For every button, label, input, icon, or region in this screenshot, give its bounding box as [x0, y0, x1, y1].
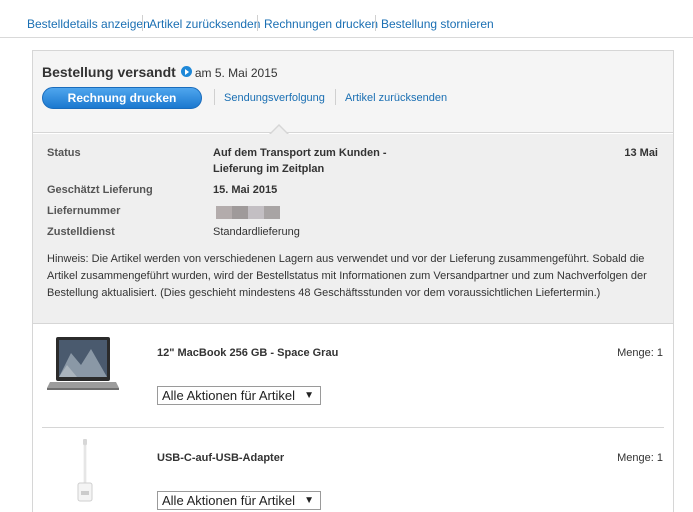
- item-quantity: Menge: 1: [617, 452, 663, 464]
- tracking-number-label: Liefernummer: [47, 205, 121, 217]
- nav-separator: [257, 15, 258, 31]
- item-actions-select[interactable]: Alle Aktionen für Artikel ▼: [157, 491, 321, 510]
- item-actions-value: Alle Aktionen für Artikel: [162, 388, 295, 403]
- dropdown-arrow-icon: ▼: [304, 390, 314, 401]
- tracking-link[interactable]: Sendungsverfolgung: [224, 92, 325, 104]
- carrier-value: Standardlieferung: [213, 226, 300, 238]
- item-divider: [42, 427, 664, 428]
- status-date: 13 Mai: [624, 147, 658, 159]
- delivery-estimate-label: Geschätzt Lieferung: [47, 184, 153, 196]
- return-items-link[interactable]: Artikel zurücksenden: [149, 17, 260, 31]
- order-card: Bestellung versandt am 5. Mai 2015 Rechnu…: [32, 50, 674, 512]
- cancel-order-link[interactable]: Bestellung stornieren: [381, 17, 494, 31]
- shipping-hint: Hinweis: Die Artikel werden von verschie…: [47, 253, 647, 299]
- item-name: USB-C-auf-USB-Adapter: [157, 452, 285, 464]
- carrier-label: Zustelldienst: [47, 226, 115, 238]
- item-quantity: Menge: 1: [617, 347, 663, 359]
- view-order-details-link[interactable]: Bestelldetails anzeigen: [27, 17, 150, 31]
- macbook-icon: [47, 337, 119, 390]
- print-invoices-link[interactable]: Rechnungen drucken: [264, 17, 378, 31]
- header-link-separator: [214, 89, 215, 105]
- order-title-row: Bestellung versandt am 5. Mai 2015: [42, 64, 278, 82]
- return-item-link[interactable]: Artikel zurücksenden: [345, 92, 447, 104]
- header-link-separator: [335, 89, 336, 105]
- nav-separator: [375, 15, 376, 31]
- dropdown-arrow-icon: ▼: [304, 495, 314, 506]
- item-actions-value: Alle Aktionen für Artikel: [162, 493, 295, 508]
- order-status-title: Bestellung versandt: [42, 64, 176, 80]
- nav-separator: [142, 15, 143, 31]
- delivery-estimate-value: 15. Mai 2015: [213, 184, 278, 196]
- order-header: Bestellung versandt am 5. Mai 2015 Rechnu…: [33, 51, 673, 133]
- item-name: 12" MacBook 256 GB - Space Grau: [157, 347, 339, 359]
- status-value-line1: Auf dem Transport zum Kunden -: [213, 147, 387, 159]
- item-actions-select[interactable]: Alle Aktionen für Artikel ▼: [157, 386, 321, 405]
- order-shipped-date: am 5. Mai 2015: [194, 66, 278, 80]
- tracking-number-redacted: [216, 206, 280, 219]
- shipping-details: Status Auf dem Transport zum Kunden - Li…: [33, 134, 673, 324]
- usb-adapter-icon: [77, 439, 93, 502]
- play-circle-icon[interactable]: [180, 66, 192, 77]
- print-invoice-button[interactable]: Rechnung drucken: [42, 87, 202, 109]
- status-value-line2: Lieferung im Zeitplan: [213, 163, 325, 175]
- status-label: Status: [47, 147, 81, 159]
- order-top-nav: Bestelldetails anzeigen Artikel zurückse…: [0, 0, 693, 38]
